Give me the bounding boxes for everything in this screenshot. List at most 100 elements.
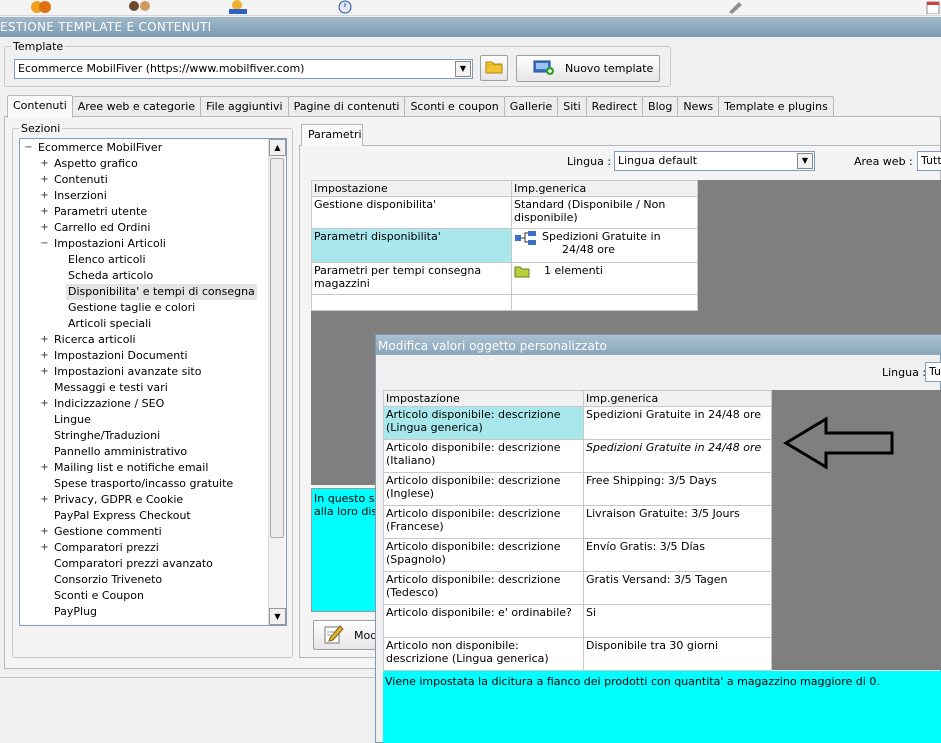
setting-value[interactable]: Envío Gratis: 3/5 Días (583, 538, 772, 572)
dialog-language-select[interactable]: Tu (925, 362, 941, 382)
setting-value[interactable]: Si (583, 604, 772, 638)
tree-node[interactable]: Spese trasporto/incasso gratuite (54, 476, 233, 492)
tree-node[interactable]: Mailing list e notifiche email (54, 460, 208, 476)
expand-icon[interactable]: + (40, 527, 49, 537)
chevron-down-icon[interactable]: ▼ (455, 61, 471, 77)
tab-blog[interactable]: Blog (642, 96, 679, 117)
scroll-up-icon[interactable]: ▲ (269, 139, 286, 156)
table-row[interactable]: Articolo disponibile: descrizione (Ingle… (383, 472, 772, 506)
tree-node[interactable]: Impostazioni Articoli (54, 236, 166, 252)
open-folder-button[interactable] (480, 55, 508, 81)
tree-node[interactable]: Contenuti (54, 172, 108, 188)
setting-value[interactable]: Disponibile tra 30 giorni (583, 637, 772, 671)
tree-node[interactable]: Gestione taglie e colori (68, 300, 195, 316)
expand-icon[interactable]: + (40, 351, 49, 361)
tree-node[interactable]: Ricerca articoli (54, 332, 136, 348)
tab-gallerie[interactable]: Gallerie (503, 96, 559, 117)
sections-tree[interactable]: − Ecommerce MobilFiver + Aspetto grafico + Co… (19, 138, 287, 626)
tree-node[interactable]: Comparatori prezzi avanzato (54, 556, 213, 572)
expand-icon[interactable]: + (40, 463, 49, 473)
setting-value[interactable]: Spedizioni Gratuite in 24/48 ore (583, 439, 772, 473)
tree-node[interactable]: Comparatori prezzi (54, 540, 159, 556)
setting-value[interactable]: Free Shipping: 3/5 Days (583, 472, 772, 506)
setting-value[interactable]: Livraison Gratuite: 3/5 Jours (583, 505, 772, 539)
tab-redirect[interactable]: Redirect (585, 96, 644, 117)
template-select[interactable]: Ecommerce MobilFiver (https://www.mobilf… (14, 59, 473, 79)
clock-icon[interactable] (336, 0, 356, 14)
tree-node[interactable]: Impostazioni Documenti (54, 348, 188, 364)
tree-node[interactable]: Ecommerce MobilFiver (38, 140, 162, 156)
tree-node[interactable]: Pannello amministrativo (54, 444, 187, 460)
tab-pagine-contenuti[interactable]: Pagine di contenuti (287, 96, 406, 117)
table-row[interactable]: Articolo disponibile: descrizione (Tedes… (383, 571, 772, 605)
setting-value[interactable]: Gratis Versand: 3/5 Tagen (583, 571, 772, 605)
scrollbar-thumb[interactable] (270, 158, 284, 538)
table-row[interactable]: Articolo disponibile: descrizione (Spagn… (383, 538, 772, 572)
tree-node[interactable]: Aspetto grafico (54, 156, 138, 172)
table-row[interactable]: Articolo disponibile: descrizione (Franc… (383, 505, 772, 539)
tree-node[interactable]: Carrello ed Ordini (54, 220, 150, 236)
table-row[interactable]: Parametri per tempi consegna magazzini 1… (311, 262, 698, 295)
modify-button[interactable]: Mod (313, 620, 383, 650)
setting-value-cell[interactable]: Spedizioni Gratuite in 24/48 ore (511, 228, 698, 263)
tree-scrollbar[interactable]: ▲ ▼ (268, 139, 286, 625)
tree-node[interactable]: Stringhe/Traduzioni (54, 428, 160, 444)
tree-node[interactable]: Impostazioni avanzate sito (54, 364, 201, 380)
chevron-down-icon[interactable]: ▼ (797, 153, 813, 169)
tree-node[interactable]: Sconti e Coupon (54, 588, 144, 604)
expand-icon[interactable]: + (40, 495, 49, 505)
area-web-select[interactable]: Tutt (917, 151, 941, 171)
expand-icon[interactable]: + (40, 223, 49, 233)
expand-icon[interactable]: + (40, 399, 49, 409)
expand-icon[interactable]: + (40, 207, 49, 217)
table-row[interactable]: Articolo disponibile: e' ordinabile? Si (383, 604, 772, 638)
tree-node[interactable]: Consorzio Triveneto (54, 572, 162, 588)
expand-icon[interactable]: + (40, 367, 49, 377)
setting-value[interactable]: Standard (Disponibile / Non disponibile) (511, 196, 698, 229)
tab-template-plugins[interactable]: Template e plugins (718, 96, 834, 117)
tree-node[interactable]: Parametri utente (54, 204, 147, 220)
expand-icon[interactable]: + (40, 191, 49, 201)
tree-node[interactable]: Gestione commenti (54, 524, 162, 540)
group-icon[interactable] (127, 0, 150, 14)
expand-icon[interactable]: + (40, 543, 49, 553)
calendar-icon[interactable] (925, 0, 941, 15)
table-row[interactable]: Articolo disponibile: descrizione (Itali… (383, 439, 772, 473)
expand-icon[interactable]: + (40, 175, 49, 185)
setting-value-cell[interactable]: 1 elementi (511, 262, 698, 295)
tree-node[interactable]: PayPlug (54, 604, 97, 620)
table-row[interactable]: Parametri disponibilita' Spedizioni Grat… (311, 228, 698, 263)
tab-aree-web[interactable]: Aree web e categorie (71, 96, 202, 117)
setting-value[interactable]: Spedizioni Gratuite in 24/48 ore (583, 406, 772, 440)
tree-node[interactable]: Lingue (54, 412, 91, 428)
tab-file-aggiuntivi[interactable]: File aggiuntivi (200, 96, 289, 117)
expand-icon[interactable]: + (40, 159, 49, 169)
tree-node[interactable]: Indicizzazione / SEO (54, 396, 164, 412)
tree-node[interactable]: Messaggi e testi vari (54, 380, 168, 396)
expand-icon[interactable]: + (40, 335, 49, 345)
tab-news[interactable]: News (677, 96, 720, 117)
tree-node[interactable]: PayPal Express Checkout (54, 508, 191, 524)
users-icon[interactable] (30, 0, 51, 14)
tab-contenuti[interactable]: Contenuti (7, 95, 73, 118)
tree-node[interactable]: Privacy, GDPR e Cookie (54, 492, 183, 508)
setting-name: Parametri disponibilita' (311, 228, 512, 263)
tree-node[interactable]: Scheda articolo (68, 268, 153, 284)
tree-node[interactable]: Inserzioni (54, 188, 107, 204)
tab-parametri[interactable]: Parametri (301, 124, 363, 146)
tab-siti[interactable]: Siti (557, 96, 587, 117)
collapse-icon[interactable]: − (40, 239, 49, 249)
scroll-down-icon[interactable]: ▼ (269, 608, 286, 625)
tree-node[interactable]: Elenco articoli (68, 252, 146, 268)
table-row[interactable]: Articolo non disponibile: descrizione (L… (383, 637, 772, 671)
collapse-icon[interactable]: − (24, 143, 33, 153)
tab-sconti-coupon[interactable]: Sconti e coupon (404, 96, 505, 117)
tree-node[interactable]: Disponibilita' e tempi di consegna (66, 284, 257, 300)
new-template-button[interactable]: Nuovo template (516, 55, 660, 82)
tree-node[interactable]: Articoli speciali (68, 316, 151, 332)
table-row[interactable]: Articolo disponibile: descrizione (Lingu… (383, 406, 772, 440)
tools-icon[interactable] (726, 0, 746, 14)
user-icon[interactable] (225, 0, 247, 14)
language-select[interactable]: Lingua default ▼ (614, 151, 815, 171)
table-row[interactable]: Gestione disponibilita' Standard (Dispon… (311, 196, 698, 229)
